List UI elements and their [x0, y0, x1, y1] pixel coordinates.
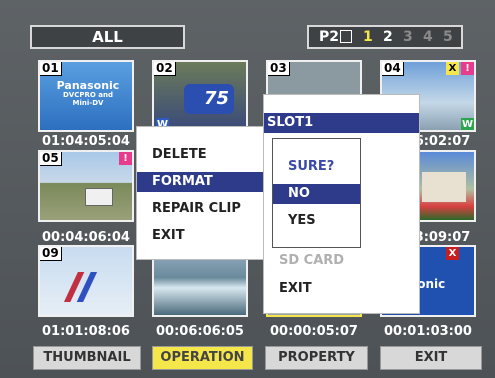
menu-item-format[interactable]: FORMAT — [137, 172, 264, 192]
slot-status-bar: P2 1 2 3 4 5 — [307, 25, 463, 49]
menu-item-delete[interactable]: DELETE — [137, 145, 264, 165]
sd-card-item: SD CARD — [279, 253, 345, 268]
warning-x-icon: X — [446, 247, 459, 260]
panasonic-logo: Panasonic DVCPRO and Mini-DV — [50, 80, 126, 107]
exit-button[interactable]: EXIT — [380, 346, 482, 370]
clip-number: 09 — [40, 247, 62, 261]
clip-timecode: 01:04:05:04 — [42, 134, 130, 149]
slot-1-indicator: 1 — [363, 29, 373, 45]
clip-thumbnail-02[interactable]: 02 75 W — [152, 60, 248, 132]
warning-x-icon: X — [446, 62, 459, 75]
alert-icon: ! — [119, 152, 132, 165]
logo-line: DVCPRO and — [63, 91, 113, 99]
menu-item-repair-clip[interactable]: REPAIR CLIP — [137, 199, 264, 219]
clip-number: 05 — [40, 152, 62, 166]
property-button[interactable]: PROPERTY — [265, 346, 368, 370]
p2-thumbnail-screen: ALL P2 1 2 3 4 5 01 Panasonic DVCPRO and… — [0, 0, 495, 378]
building-shape — [422, 172, 466, 202]
clip-number: 03 — [268, 62, 290, 76]
slot-2-indicator: 2 — [383, 29, 393, 45]
operation-menu: DELETE FORMAT REPAIR CLIP EXIT — [136, 126, 265, 260]
card-icon — [340, 30, 352, 43]
clip-timecode: 00:01:03:00 — [384, 324, 472, 339]
operation-button[interactable]: OPERATION — [152, 346, 253, 370]
thumbnail-button[interactable]: THUMBNAIL — [33, 346, 141, 370]
slot-5-indicator: 5 — [443, 29, 453, 45]
clip-thumbnail-05[interactable]: 05 ! — [38, 150, 134, 222]
clip-number: 04 — [382, 62, 404, 76]
clip-timecode: 00:06:06:05 — [156, 324, 244, 339]
slot-4-indicator: 4 — [423, 29, 433, 45]
clip-thumbnail-01[interactable]: 01 Panasonic DVCPRO and Mini-DV — [38, 60, 134, 132]
confirm-yes-option[interactable]: YES — [273, 211, 360, 231]
confirm-no-option[interactable]: NO — [273, 184, 360, 204]
p2-label: P2 — [319, 29, 340, 45]
slot-3-indicator: 3 — [403, 29, 413, 45]
clip-number: 01 — [40, 62, 62, 76]
slot1-item[interactable]: SLOT1 — [264, 113, 419, 133]
clip-timecode: 00:00:05:07 — [270, 324, 358, 339]
menu-item-exit[interactable]: EXIT — [137, 226, 264, 246]
slot-exit-item[interactable]: EXIT — [264, 279, 419, 299]
carp-streamers-shape — [52, 272, 102, 302]
filter-all-label[interactable]: ALL — [30, 25, 185, 49]
write-protect-icon: W — [461, 118, 474, 130]
confirm-title: SURE? — [288, 159, 335, 174]
clip-timecode: 00:04:06:04 — [42, 230, 130, 245]
confirm-dialog: SURE? NO YES — [272, 138, 361, 248]
clip-number: 02 — [154, 62, 176, 76]
car-number: 75 — [204, 88, 230, 109]
logo-line: Panasonic — [56, 79, 120, 92]
clip-timecode: 01:01:08:06 — [42, 324, 130, 339]
clip-thumbnail-09[interactable]: 09 — [38, 245, 134, 317]
logo-line: Mini-DV — [72, 99, 104, 107]
truck-shape — [85, 188, 113, 206]
alert-icon: ! — [461, 62, 474, 75]
